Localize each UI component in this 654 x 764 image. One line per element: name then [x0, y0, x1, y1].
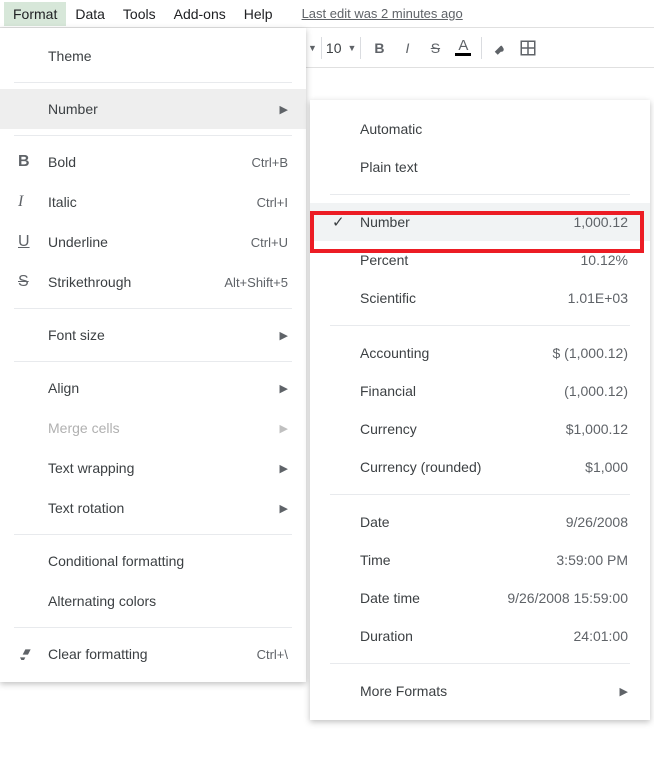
dropdown-arrow-icon[interactable]: ▼ — [308, 43, 317, 53]
number-more-formats[interactable]: More Formats ▶ — [310, 672, 650, 710]
font-size-value: 10 — [326, 40, 342, 56]
menu-item-underline[interactable]: U Underline Ctrl+U — [0, 222, 306, 262]
toolbar-separator — [321, 37, 322, 59]
menu-format[interactable]: Format — [4, 2, 66, 26]
number-financial[interactable]: Financial (1,000.12) — [310, 372, 650, 410]
menu-item-number[interactable]: Number ▶ — [0, 89, 306, 129]
menu-item-fontsize[interactable]: Font size ▶ — [0, 315, 306, 355]
chevron-right-icon: ▶ — [620, 685, 628, 698]
menu-item-alternating[interactable]: Alternating colors — [0, 581, 306, 621]
toolbar-separator — [360, 37, 361, 59]
menu-separator — [330, 194, 630, 195]
fill-color-button[interactable] — [486, 34, 514, 62]
menu-item-rotation[interactable]: Text rotation ▶ — [0, 488, 306, 528]
menu-item-bold[interactable]: B Bold Ctrl+B — [0, 142, 306, 182]
menu-separator — [14, 534, 292, 535]
borders-button[interactable] — [514, 34, 542, 62]
chevron-down-icon: ▼ — [348, 43, 357, 53]
clear-format-icon — [18, 646, 48, 662]
toolbar-separator — [481, 37, 482, 59]
menu-addons[interactable]: Add-ons — [165, 2, 235, 26]
number-datetime[interactable]: Date time 9/26/2008 15:59:00 — [310, 579, 650, 617]
menu-separator — [14, 82, 292, 83]
menu-item-italic[interactable]: I Italic Ctrl+I — [0, 182, 306, 222]
chevron-right-icon: ▶ — [280, 382, 288, 395]
bold-icon: B — [18, 153, 48, 171]
number-duration[interactable]: Duration 24:01:00 — [310, 617, 650, 655]
menu-item-theme[interactable]: Theme — [0, 36, 306, 76]
menu-separator — [14, 627, 292, 628]
number-currency-rounded[interactable]: Currency (rounded) $1,000 — [310, 448, 650, 486]
underline-icon: U — [18, 233, 48, 251]
number-date[interactable]: Date 9/26/2008 — [310, 503, 650, 541]
number-plaintext[interactable]: Plain text — [310, 148, 650, 186]
check-icon: ✓ — [332, 213, 360, 231]
menu-item-merge: Merge cells ▶ — [0, 408, 306, 448]
chevron-right-icon: ▶ — [280, 422, 288, 435]
italic-button[interactable]: I — [393, 34, 421, 62]
strikethrough-icon: S — [18, 273, 48, 291]
chevron-right-icon: ▶ — [280, 103, 288, 116]
number-submenu: Automatic Plain text ✓ Number 1,000.12 P… — [310, 100, 650, 720]
menu-separator — [330, 325, 630, 326]
menu-separator — [14, 135, 292, 136]
number-time[interactable]: Time 3:59:00 PM — [310, 541, 650, 579]
number-percent[interactable]: Percent 10.12% — [310, 241, 650, 279]
chevron-right-icon: ▶ — [280, 462, 288, 475]
number-accounting[interactable]: Accounting $ (1,000.12) — [310, 334, 650, 372]
number-scientific[interactable]: Scientific 1.01E+03 — [310, 279, 650, 317]
text-color-button[interactable]: A — [449, 34, 477, 62]
bold-button[interactable]: B — [365, 34, 393, 62]
number-number[interactable]: ✓ Number 1,000.12 — [310, 203, 650, 241]
format-dropdown: Theme Number ▶ B Bold Ctrl+B I Italic Ct… — [0, 28, 306, 682]
font-size-selector[interactable]: 10 ▼ — [326, 40, 357, 56]
menu-item-conditional[interactable]: Conditional formatting — [0, 541, 306, 581]
chevron-right-icon: ▶ — [280, 329, 288, 342]
italic-icon: I — [18, 193, 48, 211]
menu-data[interactable]: Data — [66, 2, 114, 26]
menu-item-clear[interactable]: Clear formatting Ctrl+\ — [0, 634, 306, 674]
menu-tools[interactable]: Tools — [114, 2, 165, 26]
number-automatic[interactable]: Automatic — [310, 110, 650, 148]
menu-item-wrap[interactable]: Text wrapping ▶ — [0, 448, 306, 488]
number-currency[interactable]: Currency $1,000.12 — [310, 410, 650, 448]
strikethrough-button[interactable]: S — [421, 34, 449, 62]
last-edit-link[interactable]: Last edit was 2 minutes ago — [302, 6, 463, 21]
menu-help[interactable]: Help — [235, 2, 282, 26]
menu-item-strikethrough[interactable]: S Strikethrough Alt+Shift+5 — [0, 262, 306, 302]
menu-separator — [14, 361, 292, 362]
menubar: Format Data Tools Add-ons Help Last edit… — [0, 0, 654, 28]
menu-item-align[interactable]: Align ▶ — [0, 368, 306, 408]
menu-separator — [330, 663, 630, 664]
menu-separator — [14, 308, 292, 309]
menu-separator — [330, 494, 630, 495]
chevron-right-icon: ▶ — [280, 502, 288, 515]
